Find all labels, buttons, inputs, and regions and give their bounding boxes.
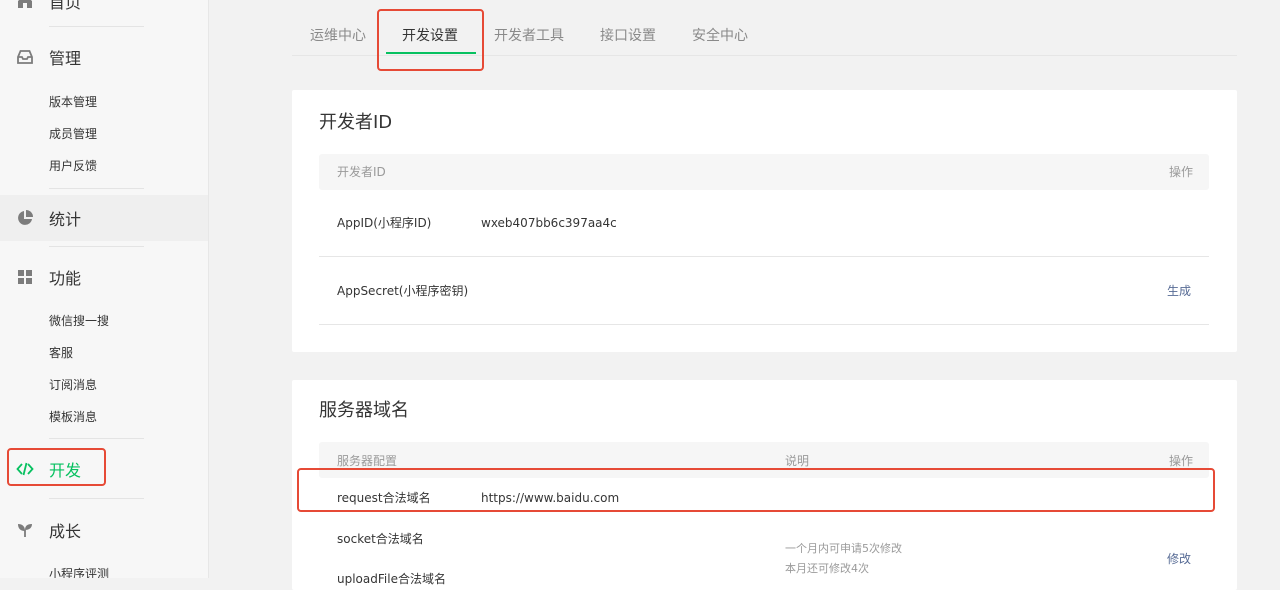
sidebar-item-stats[interactable]: 统计 [0,195,208,241]
sidebar-item-manage[interactable]: 管理 [0,34,208,80]
request-domain-label: request合法域名 [337,491,431,505]
tab-ops-center[interactable]: 运维中心 [310,28,366,44]
card-title: 开发者ID [319,112,393,133]
appid-value: wxeb407bb6c397aa4c [481,216,617,230]
sidebar-item-features[interactable]: 功能 [0,254,208,300]
sidebar-item-home[interactable]: 首页 [0,0,208,24]
sprout-icon [18,524,32,537]
tab-api-settings[interactable]: 接口设置 [600,28,656,44]
tab-bar: 运维中心 开发设置 开发者工具 接口设置 安全中心 [292,10,1237,56]
divider [49,498,144,499]
sidebar: 首页 管理 版本管理 成员管理 用户反馈 统计 功能 微信搜一搜 客服 订阅消息… [0,0,209,578]
sidebar-subitem-service[interactable]: 客服 [49,345,73,361]
uploadfile-domain-label: uploadFile合法域名 [337,572,446,586]
column-header-op: 操作 [1168,165,1193,179]
modify-link[interactable]: 修改 [1167,552,1191,566]
developer-id-card: 开发者ID 开发者ID 操作 AppID(小程序ID) wxeb407bb6c3… [292,90,1237,352]
pie-chart-icon [18,210,33,225]
sidebar-subitem-search[interactable]: 微信搜一搜 [49,313,109,329]
column-header: 开发者ID [337,165,386,179]
card-title: 服务器域名 [319,400,409,421]
appid-label: AppID(小程序ID) [337,216,432,230]
divider [49,188,144,189]
inbox-icon [17,50,33,64]
sidebar-subitem-members[interactable]: 成员管理 [49,126,97,142]
code-icon [16,462,34,476]
divider [49,246,144,247]
sidebar-subitem-template[interactable]: 模板消息 [49,409,97,425]
sidebar-item-label: 首页 [49,0,82,12]
grid-icon [18,270,32,284]
tab-dev-tools[interactable]: 开发者工具 [494,28,564,44]
divider [49,438,144,439]
sidebar-subitem-review[interactable]: 小程序评测 [49,566,109,578]
table-header: 服务器配置 说明 操作 [319,442,1209,478]
divider [49,26,144,27]
sidebar-subitem-feedback[interactable]: 用户反馈 [49,158,97,174]
server-domain-card: 服务器域名 服务器配置 说明 操作 request合法域名 https://ww… [292,380,1237,590]
sidebar-item-dev[interactable]: 开发 [0,446,208,492]
table-header: 开发者ID 操作 [319,154,1209,190]
tab-dev-settings[interactable]: 开发设置 [402,28,458,44]
sidebar-item-label: 管理 [49,49,82,68]
column-header-op: 操作 [1168,454,1193,468]
row-divider [319,256,1209,257]
generate-link[interactable]: 生成 [1167,284,1191,298]
row-divider [319,324,1209,325]
modify-remaining-note: 本月还可修改4次 [785,562,869,575]
sidebar-subitem-version[interactable]: 版本管理 [49,94,97,110]
modify-limit-note: 一个月内可申请5次修改 [785,542,902,555]
sidebar-item-label: 功能 [49,269,82,288]
tab-security-center[interactable]: 安全中心 [692,28,748,44]
sidebar-subitem-subscribe[interactable]: 订阅消息 [49,377,97,393]
sidebar-item-label: 成长 [49,522,82,541]
request-domain-value: https://www.baidu.com [481,491,620,505]
sidebar-item-label: 统计 [49,210,82,229]
appsecret-label: AppSecret(小程序密钥) [337,284,469,298]
active-tab-indicator [386,52,476,54]
sidebar-item-growth[interactable]: 成长 [0,507,208,553]
column-header: 服务器配置 [337,454,398,468]
home-icon [18,0,32,8]
column-header-desc: 说明 [785,454,810,468]
socket-domain-label: socket合法域名 [337,532,424,546]
sidebar-item-label: 开发 [49,461,82,480]
